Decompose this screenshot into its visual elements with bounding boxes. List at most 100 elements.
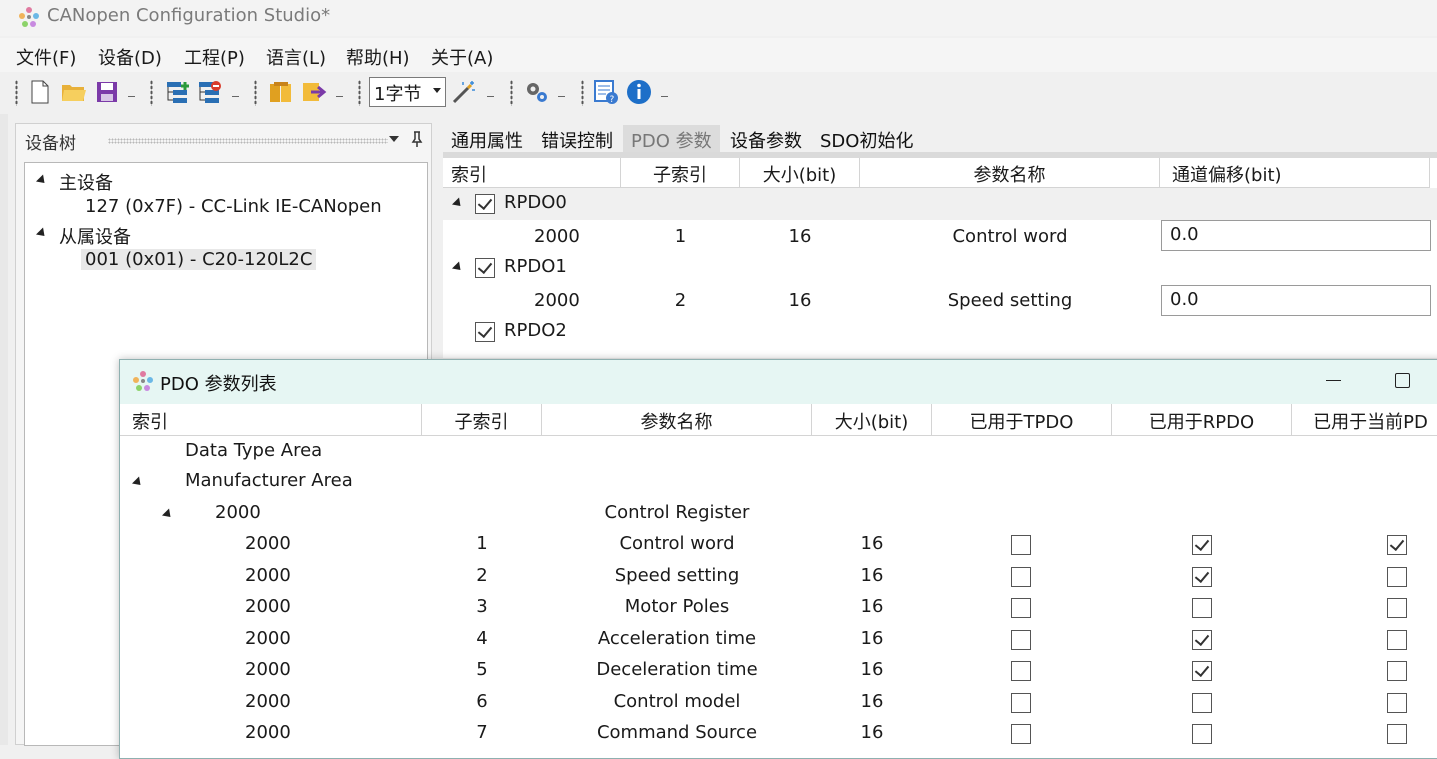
collapse-icon[interactable]: [451, 261, 465, 274]
tpdo-checkbox[interactable]: [1011, 724, 1031, 744]
rpdo-checkbox[interactable]: [1192, 598, 1212, 618]
tree-node-slave[interactable]: 从属设备: [59, 223, 131, 249]
area-row[interactable]: Manufacturer Area: [120, 467, 1437, 498]
tpdo-checkbox[interactable]: [1011, 535, 1031, 555]
menu-file[interactable]: 文件(F): [12, 42, 80, 72]
menu-about[interactable]: 关于(A): [427, 42, 497, 72]
rpdo-checkbox[interactable]: [1192, 724, 1212, 744]
rpdo-checkbox[interactable]: [1192, 661, 1212, 681]
menu-language[interactable]: 语言(L): [262, 42, 330, 72]
grid-header-subindex[interactable]: 子索引: [621, 158, 740, 188]
current-pdo-checkbox[interactable]: [1387, 567, 1407, 587]
current-pdo-checkbox[interactable]: [1387, 598, 1407, 618]
byte-size-select[interactable]: 1字节: [369, 77, 446, 107]
dialog-header-name[interactable]: 参数名称: [542, 404, 812, 436]
save-icon[interactable]: [93, 78, 121, 106]
rpdo2-checkbox[interactable]: [475, 322, 495, 342]
collapse-icon[interactable]: [35, 227, 49, 240]
toolbar-grip[interactable]: [510, 80, 513, 106]
current-pdo-checkbox[interactable]: [1387, 535, 1407, 555]
dialog-header-current-pdo[interactable]: 已用于当前PD: [1292, 404, 1437, 436]
dialog-title-bar[interactable]: PDO 参数列表: [120, 360, 1437, 404]
pin-icon[interactable]: [411, 130, 423, 148]
info-dropdown-arrow[interactable]: [661, 96, 669, 104]
grid-header-index[interactable]: 索引: [443, 158, 621, 188]
tab-general[interactable]: 通用属性: [443, 125, 531, 155]
magic-wand-icon[interactable]: [450, 78, 478, 106]
rpdo0-checkbox[interactable]: [475, 194, 495, 214]
toolbar-grip[interactable]: [15, 80, 18, 106]
tab-device-params[interactable]: 设备参数: [722, 125, 810, 155]
minimize-icon[interactable]: [1324, 370, 1344, 390]
current-pdo-checkbox[interactable]: [1387, 693, 1407, 713]
settings-dropdown-arrow[interactable]: [558, 96, 566, 104]
grid-group-row[interactable]: RPDO2: [443, 316, 1437, 348]
table-row[interactable]: 2000 3 Motor Poles 16: [120, 593, 1437, 624]
current-pdo-checkbox[interactable]: [1387, 630, 1407, 650]
panel-dropdown-icon[interactable]: [389, 136, 399, 142]
dialog-header-tpdo[interactable]: 已用于TPDO: [932, 404, 1112, 436]
rpdo-checkbox[interactable]: [1192, 693, 1212, 713]
table-row[interactable]: 2000 6 Control model 16: [120, 688, 1437, 719]
table-row[interactable]: 2000 4 Acceleration time 16: [120, 625, 1437, 656]
rpdo1-checkbox[interactable]: [475, 258, 495, 278]
menu-device[interactable]: 设备(D): [94, 42, 166, 72]
rpdo-checkbox[interactable]: [1192, 535, 1212, 555]
area-row[interactable]: Data Type Area: [120, 437, 1437, 468]
table-row[interactable]: 2000 5 Deceleration time 16: [120, 656, 1437, 687]
help-icon[interactable]: ?: [592, 78, 620, 106]
table-row[interactable]: 2000 2 Speed setting 16: [120, 562, 1437, 593]
grid-header-size[interactable]: 大小(bit): [740, 158, 860, 188]
collapse-icon[interactable]: [35, 174, 49, 187]
export-icon[interactable]: [300, 78, 328, 106]
settings-gear-icon[interactable]: [522, 78, 550, 106]
group-row[interactable]: 2000 Control Register: [120, 499, 1437, 530]
tab-error-control[interactable]: 错误控制: [533, 125, 621, 155]
toolbar-grip[interactable]: [581, 80, 584, 106]
info-icon[interactable]: [625, 78, 653, 106]
dialog-header-subindex[interactable]: 子索引: [422, 404, 542, 436]
offset-input[interactable]: 0.0: [1161, 285, 1431, 316]
collapse-icon[interactable]: [131, 476, 145, 489]
grid-header-offset[interactable]: 通道偏移(bit): [1160, 158, 1430, 188]
grid-header-name[interactable]: 参数名称: [860, 158, 1160, 188]
tree-node-master[interactable]: 主设备: [59, 169, 113, 195]
table-row[interactable]: 2000 7 Command Source 16: [120, 719, 1437, 750]
node-dropdown-arrow[interactable]: [232, 96, 240, 104]
menu-help[interactable]: 帮助(H): [342, 42, 414, 72]
import-icon[interactable]: [267, 78, 295, 106]
tpdo-checkbox[interactable]: [1011, 567, 1031, 587]
open-folder-icon[interactable]: [60, 78, 88, 106]
grid-group-row[interactable]: RPDO0: [443, 188, 1437, 220]
grid-row[interactable]: 2000 2 16 Speed setting 0.0: [443, 284, 1437, 316]
maximize-icon[interactable]: [1395, 373, 1410, 388]
expand-icon[interactable]: [454, 324, 462, 338]
dialog-header-size[interactable]: 大小(bit): [812, 404, 932, 436]
add-node-icon[interactable]: [164, 78, 192, 106]
toolbar-grip[interactable]: [358, 80, 361, 106]
current-pdo-checkbox[interactable]: [1387, 724, 1407, 744]
menu-project[interactable]: 工程(P): [180, 42, 249, 72]
tree-item-master-device[interactable]: 127 (0x7F) - CC-Link IE-CANopen: [85, 196, 382, 217]
tpdo-checkbox[interactable]: [1011, 693, 1031, 713]
table-row[interactable]: 2000 1 Control word 16: [120, 530, 1437, 561]
grid-group-row[interactable]: RPDO1: [443, 252, 1437, 284]
toolbar-grip[interactable]: [254, 80, 257, 106]
rpdo-checkbox[interactable]: [1192, 630, 1212, 650]
export-dropdown-arrow[interactable]: [336, 96, 344, 104]
wand-dropdown-arrow[interactable]: [487, 96, 495, 104]
remove-node-icon[interactable]: [196, 78, 224, 106]
expand-icon[interactable]: [135, 444, 143, 458]
current-pdo-checkbox[interactable]: [1387, 661, 1407, 681]
collapse-icon[interactable]: [451, 197, 465, 210]
dialog-header-index[interactable]: 索引: [120, 404, 422, 436]
tab-pdo-params[interactable]: PDO 参数: [623, 125, 720, 155]
new-file-icon[interactable]: [26, 78, 54, 106]
save-dropdown-arrow[interactable]: [128, 96, 136, 104]
tpdo-checkbox[interactable]: [1011, 661, 1031, 681]
tree-item-slave-device[interactable]: 001 (0x01) - C20-120L2C: [81, 249, 317, 270]
offset-input[interactable]: 0.0: [1161, 220, 1431, 251]
collapse-icon[interactable]: [161, 508, 175, 521]
rpdo-checkbox[interactable]: [1192, 567, 1212, 587]
tpdo-checkbox[interactable]: [1011, 598, 1031, 618]
